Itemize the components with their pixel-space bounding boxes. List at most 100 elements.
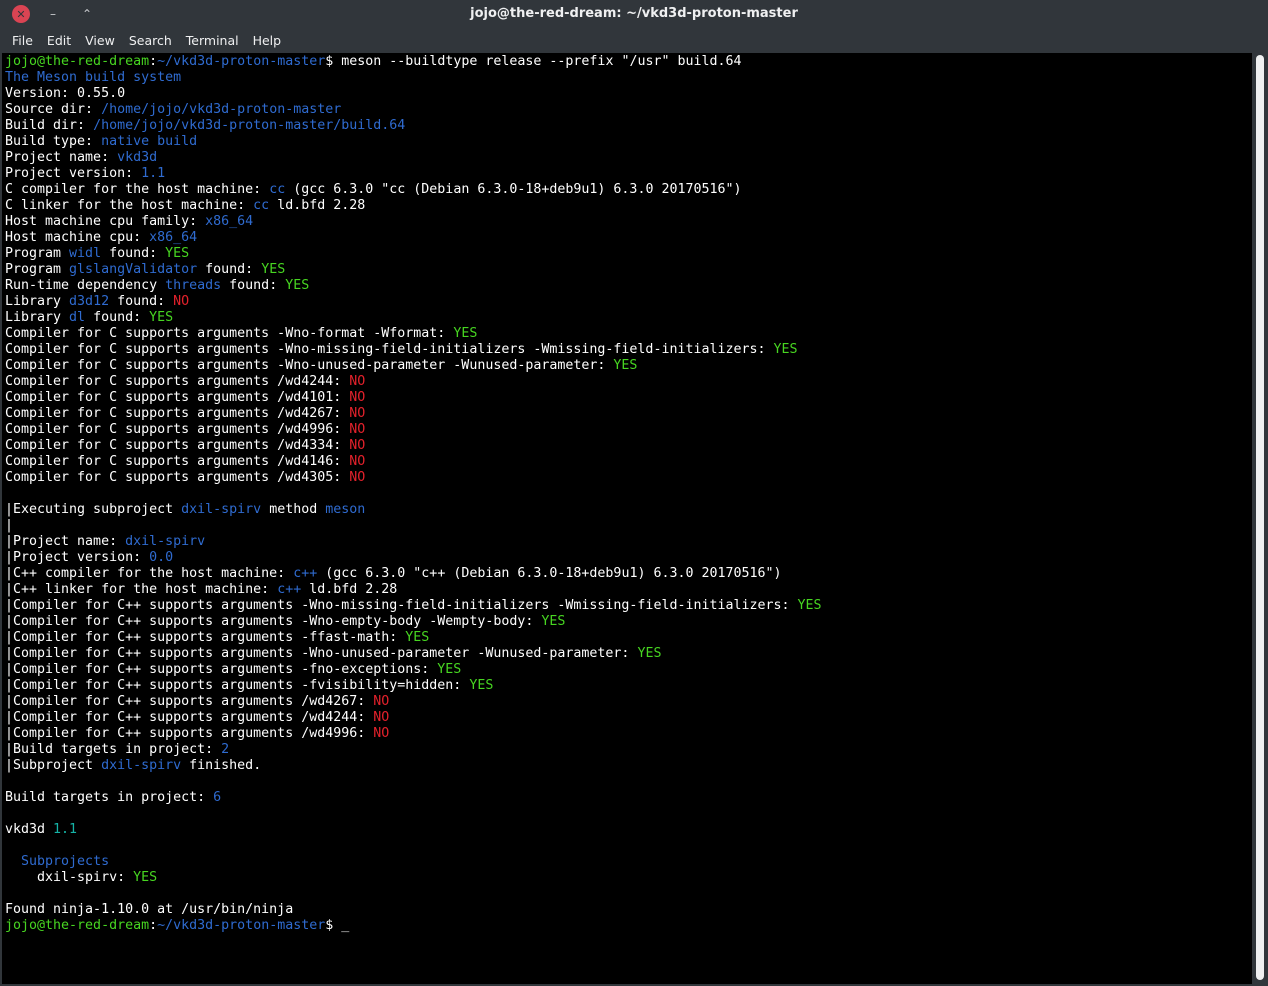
terminal-line: Compiler for C supports arguments -Wno-m… — [5, 342, 822, 358]
terminal-line: Program widl found: YES — [5, 246, 822, 262]
terminal-text-segment: found: — [101, 246, 166, 261]
terminal-text-segment: /home/jojo/vkd3d-proton-master — [101, 102, 342, 117]
terminal-text-segment: 1.1 — [53, 822, 78, 837]
terminal-text-segment: Library — [5, 310, 70, 325]
terminal-line: Program glslangValidator found: YES — [5, 262, 822, 278]
terminal-line: |Subproject dxil-spirv finished. — [5, 758, 822, 774]
menu-file[interactable]: File — [0, 33, 33, 48]
terminal-line: dxil-spirv: YES — [5, 870, 822, 886]
window-titlebar: ✕ – ⌃ jojo@the-red-dream: ~/vkd3d-proton… — [0, 0, 1268, 28]
terminal-text-segment: c++ — [277, 582, 302, 597]
terminal-text-segment: jojo@the-red-dream — [5, 54, 150, 69]
terminal-text-segment: Compiler for C supports arguments /wd430… — [5, 470, 350, 485]
menu-edit[interactable]: Edit — [33, 33, 71, 48]
terminal-text-segment: _ — [341, 918, 350, 933]
terminal-text-segment: Compiler for C supports arguments /wd499… — [5, 422, 350, 437]
terminal-text-segment: |Compiler for C++ supports arguments -Wn… — [5, 614, 542, 629]
terminal-text-segment: Build targets in project: — [5, 790, 214, 805]
terminal-text-segment: Host machine cpu family: — [5, 214, 206, 229]
terminal-line: |Compiler for C++ supports arguments -fn… — [5, 662, 822, 678]
terminal-text-segment: : — [149, 54, 158, 69]
terminal-line: |Compiler for C++ supports arguments -fv… — [5, 678, 822, 694]
terminal-text-segment: x86_64 — [149, 230, 198, 245]
terminal-line: |Compiler for C++ supports arguments /wd… — [5, 726, 822, 742]
terminal-line: |Compiler for C++ supports arguments -Wn… — [5, 614, 822, 630]
terminal-line: |Compiler for C++ supports arguments -ff… — [5, 630, 822, 646]
terminal-line: Project version: 1.1 — [5, 166, 822, 182]
terminal-line: Run-time dependency threads found: YES — [5, 278, 822, 294]
terminal-text-segment: threads — [165, 278, 222, 293]
terminal-text-segment: (gcc 6.3.0 "c++ (Debian 6.3.0-18+deb9u1)… — [317, 566, 782, 581]
terminal-text-segment: |Compiler for C++ supports arguments /wd… — [5, 710, 374, 725]
terminal-line: |Project name: dxil-spirv — [5, 534, 822, 550]
terminal-text-segment: /home/jojo/vkd3d-proton-master/build.64 — [93, 118, 406, 133]
terminal-text-segment: $ — [325, 918, 342, 933]
terminal-text-segment: |Subproject — [5, 758, 102, 773]
terminal-line: Library dl found: YES — [5, 310, 822, 326]
terminal-scrollbar[interactable] — [1254, 53, 1266, 984]
terminal-text-segment: NO — [373, 694, 390, 709]
terminal-output[interactable]: jojo@the-red-dream:~/vkd3d-proton-master… — [2, 53, 1252, 984]
terminal-text-segment: |C++ linker for the host machine: — [5, 582, 278, 597]
terminal-line: Build type: native build — [5, 134, 822, 150]
terminal-line: jojo@the-red-dream:~/vkd3d-proton-master… — [5, 918, 822, 934]
terminal-text-segment: Compiler for C supports arguments /wd433… — [5, 438, 350, 453]
menu-view[interactable]: View — [71, 33, 115, 48]
terminal-text-segment: Project name: — [5, 150, 118, 165]
terminal-text-segment: Compiler for C supports arguments /wd410… — [5, 390, 350, 405]
menu-search[interactable]: Search — [115, 33, 172, 48]
terminal-text-segment: Compiler for C supports arguments -Wno-f… — [5, 326, 454, 341]
terminal-text-segment: found: — [109, 294, 174, 309]
terminal-line: Build targets in project: 6 — [5, 790, 822, 806]
terminal-text-segment: |Executing subproject — [5, 502, 182, 517]
terminal-text-segment: found: — [221, 278, 286, 293]
terminal-text-segment: ld.bfd 2.28 — [269, 198, 366, 213]
terminal-text-segment: C linker for the host machine: — [5, 198, 254, 213]
terminal-text-segment: native build — [101, 134, 198, 149]
terminal-text-segment: |Compiler for C++ supports arguments /wd… — [5, 694, 374, 709]
terminal-line: Compiler for C supports arguments /wd430… — [5, 470, 822, 486]
terminal-text-segment: Version: 0.55.0 — [5, 86, 126, 101]
terminal-line: |Compiler for C++ supports arguments -Wn… — [5, 598, 822, 614]
terminal-line: |Executing subproject dxil-spirv method … — [5, 502, 822, 518]
terminal-text-segment: Compiler for C supports arguments -Wno-u… — [5, 358, 614, 373]
terminal-line: Compiler for C supports arguments /wd414… — [5, 454, 822, 470]
terminal-line: Compiler for C supports arguments /wd410… — [5, 390, 822, 406]
terminal-text-segment: YES — [437, 662, 462, 677]
terminal-text-segment: |Compiler for C++ supports arguments -fn… — [5, 662, 438, 677]
terminal-text-segment: NO — [349, 454, 366, 469]
terminal-text-segment: cc — [253, 198, 270, 213]
terminal-line: |Compiler for C++ supports arguments /wd… — [5, 710, 822, 726]
terminal-text-segment: found: — [197, 262, 262, 277]
terminal-line: |Project version: 0.0 — [5, 550, 822, 566]
terminal-text-segment: Compiler for C supports arguments -Wno-m… — [5, 342, 774, 357]
menu-terminal[interactable]: Terminal — [172, 33, 239, 48]
terminal-text-segment: YES — [541, 614, 566, 629]
terminal-line: C compiler for the host machine: cc (gcc… — [5, 182, 822, 198]
terminal-text-segment: NO — [173, 294, 190, 309]
terminal-text-segment: dxil-spirv — [181, 502, 262, 517]
terminal-text-segment: YES — [453, 326, 478, 341]
terminal-line: Source dir: /home/jojo/vkd3d-proton-mast… — [5, 102, 822, 118]
terminal-text-segment: (gcc 6.3.0 "cc (Debian 6.3.0-18+deb9u1) … — [285, 182, 742, 197]
terminal-line: The Meson build system — [5, 70, 822, 86]
terminal-text-segment: |C++ compiler for the host machine: — [5, 566, 294, 581]
terminal-line: Host machine cpu family: x86_64 — [5, 214, 822, 230]
terminal-text-segment: Build type: — [5, 134, 102, 149]
terminal-text-segment: Subprojects — [21, 854, 110, 869]
terminal-text-segment: cc — [269, 182, 286, 197]
scrollbar-thumb[interactable] — [1256, 55, 1264, 980]
terminal-text-segment: Host machine cpu: — [5, 230, 150, 245]
terminal-line: |C++ compiler for the host machine: c++ … — [5, 566, 822, 582]
terminal-text-segment: 2 — [221, 742, 230, 757]
terminal-line: Compiler for C supports arguments -Wno-f… — [5, 326, 822, 342]
terminal-line: Build dir: /home/jojo/vkd3d-proton-maste… — [5, 118, 822, 134]
terminal-text-segment: 6 — [213, 790, 222, 805]
menu-help[interactable]: Help — [239, 33, 282, 48]
terminal-line: Project name: vkd3d — [5, 150, 822, 166]
terminal-text-segment: |Build targets in project: — [5, 742, 222, 757]
terminal-text-segment: YES — [405, 630, 430, 645]
terminal-text-segment: |Project name: — [5, 534, 126, 549]
